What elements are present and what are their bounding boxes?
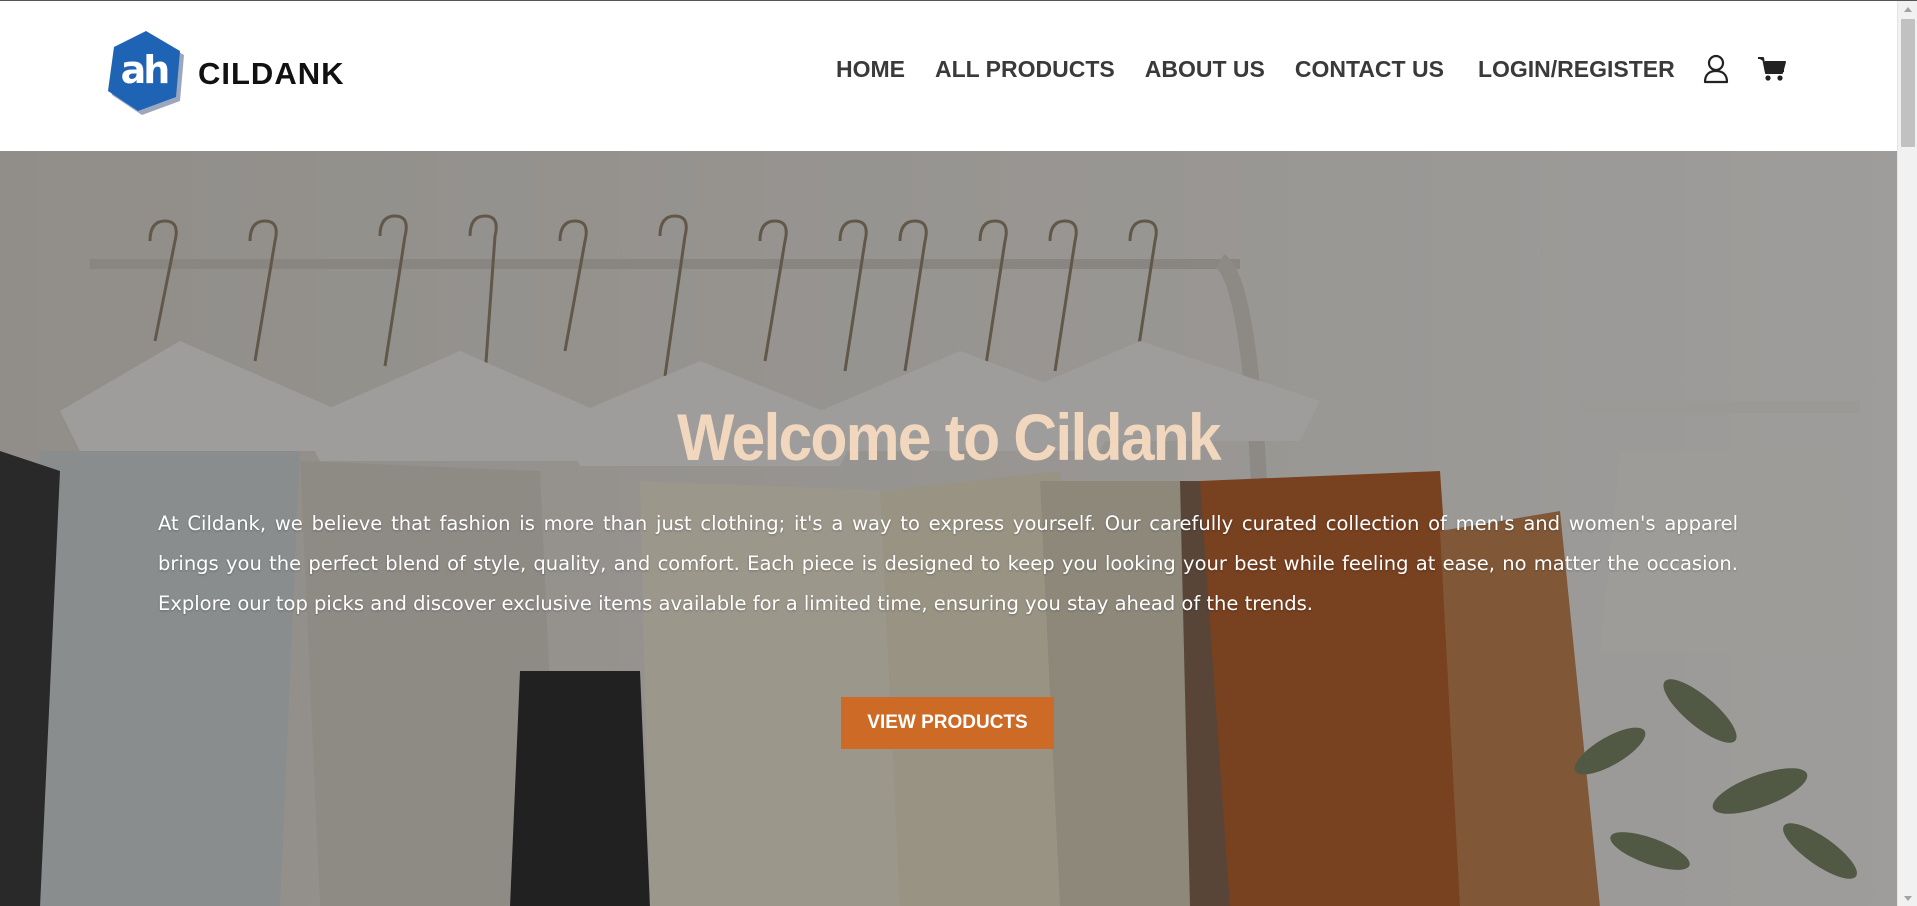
view-products-button[interactable]: VIEW PRODUCTS bbox=[841, 697, 1054, 749]
scrollbar-thumb[interactable] bbox=[1901, 19, 1915, 147]
hero-title: Welcome to Cildank bbox=[677, 400, 1222, 474]
brand-logo-icon: ah bbox=[108, 31, 184, 115]
nav-all-products[interactable]: ALL PRODUCTS bbox=[935, 56, 1115, 83]
brand-name: CILDANK bbox=[198, 56, 345, 91]
user-icon[interactable] bbox=[1701, 53, 1731, 85]
main-nav: HOME ALL PRODUCTS ABOUT US CONTACT US LO… bbox=[836, 53, 1787, 85]
scroll-down-arrow-icon[interactable] bbox=[1898, 890, 1917, 906]
hero-section: Welcome to Cildank At Cildank, we believ… bbox=[0, 151, 1897, 906]
nav-login-register[interactable]: LOGIN/REGISTER bbox=[1478, 56, 1675, 83]
scroll-up-arrow-icon[interactable] bbox=[1898, 1, 1917, 18]
logo-mark-text: ah bbox=[121, 48, 169, 92]
page-scrollbar[interactable] bbox=[1897, 1, 1917, 906]
nav-about-us[interactable]: ABOUT US bbox=[1145, 56, 1265, 83]
cart-icon[interactable] bbox=[1757, 53, 1787, 85]
brand-logo[interactable]: ah CILDANK bbox=[106, 29, 345, 119]
nav-home[interactable]: HOME bbox=[836, 56, 905, 83]
nav-contact-us[interactable]: CONTACT US bbox=[1295, 56, 1444, 83]
hero-description: At Cildank, we believe that fashion is m… bbox=[158, 512, 1738, 615]
site-header: ah CILDANK HOME ALL PRODUCTS ABOUT US CO… bbox=[0, 1, 1897, 151]
